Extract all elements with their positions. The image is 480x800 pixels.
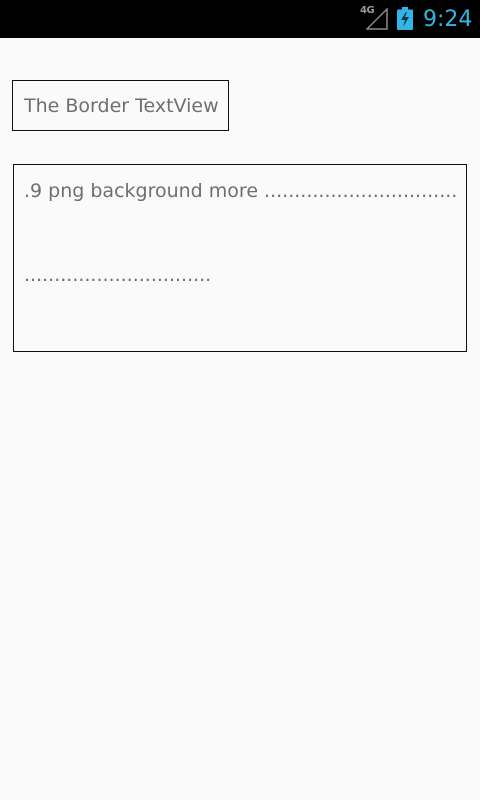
- signal-icon: [366, 8, 388, 30]
- nine-patch-textview: .9 png background more .................…: [13, 164, 467, 352]
- nine-patch-text-line-2: ...............................: [24, 264, 212, 286]
- border-textview-label: The Border TextView: [24, 94, 219, 117]
- border-textview: The Border TextView: [12, 80, 229, 131]
- status-bar: 4G 9:24: [0, 0, 480, 38]
- status-clock: 9:24: [423, 7, 473, 32]
- nine-patch-text-line-1: .9 png background more .................…: [24, 180, 458, 202]
- battery-charging-icon: [397, 7, 413, 30]
